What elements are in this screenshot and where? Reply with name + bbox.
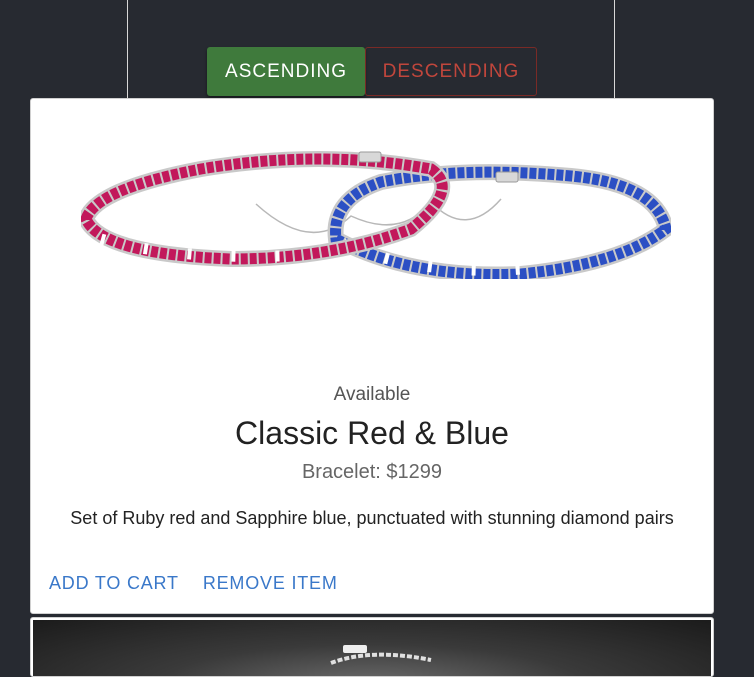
product-card: Available Classic Red & Blue Bracelet: $… (30, 98, 714, 614)
sort-button-group: ASCENDING DESCENDING (207, 47, 537, 96)
product-card-next (30, 617, 714, 677)
product-image-next (33, 620, 711, 676)
product-price: Bracelet: $1299 (301, 461, 443, 483)
product-description: Set of Ruby red and Sapphire blue, punct… (70, 508, 674, 528)
product-title: Classic Red & Blue (235, 415, 509, 451)
sort-descending-button[interactable]: DESCENDING (365, 47, 537, 96)
add-to-cart-button[interactable]: ADD TO CART (49, 573, 179, 594)
availability-label: Available (333, 384, 411, 405)
sort-ascending-button[interactable]: ASCENDING (207, 47, 365, 96)
card-actions: ADD TO CART REMOVE ITEM (49, 573, 338, 594)
remove-item-button[interactable]: REMOVE ITEM (203, 573, 338, 594)
bracelet-ruby-sapphire-photo (81, 151, 671, 279)
